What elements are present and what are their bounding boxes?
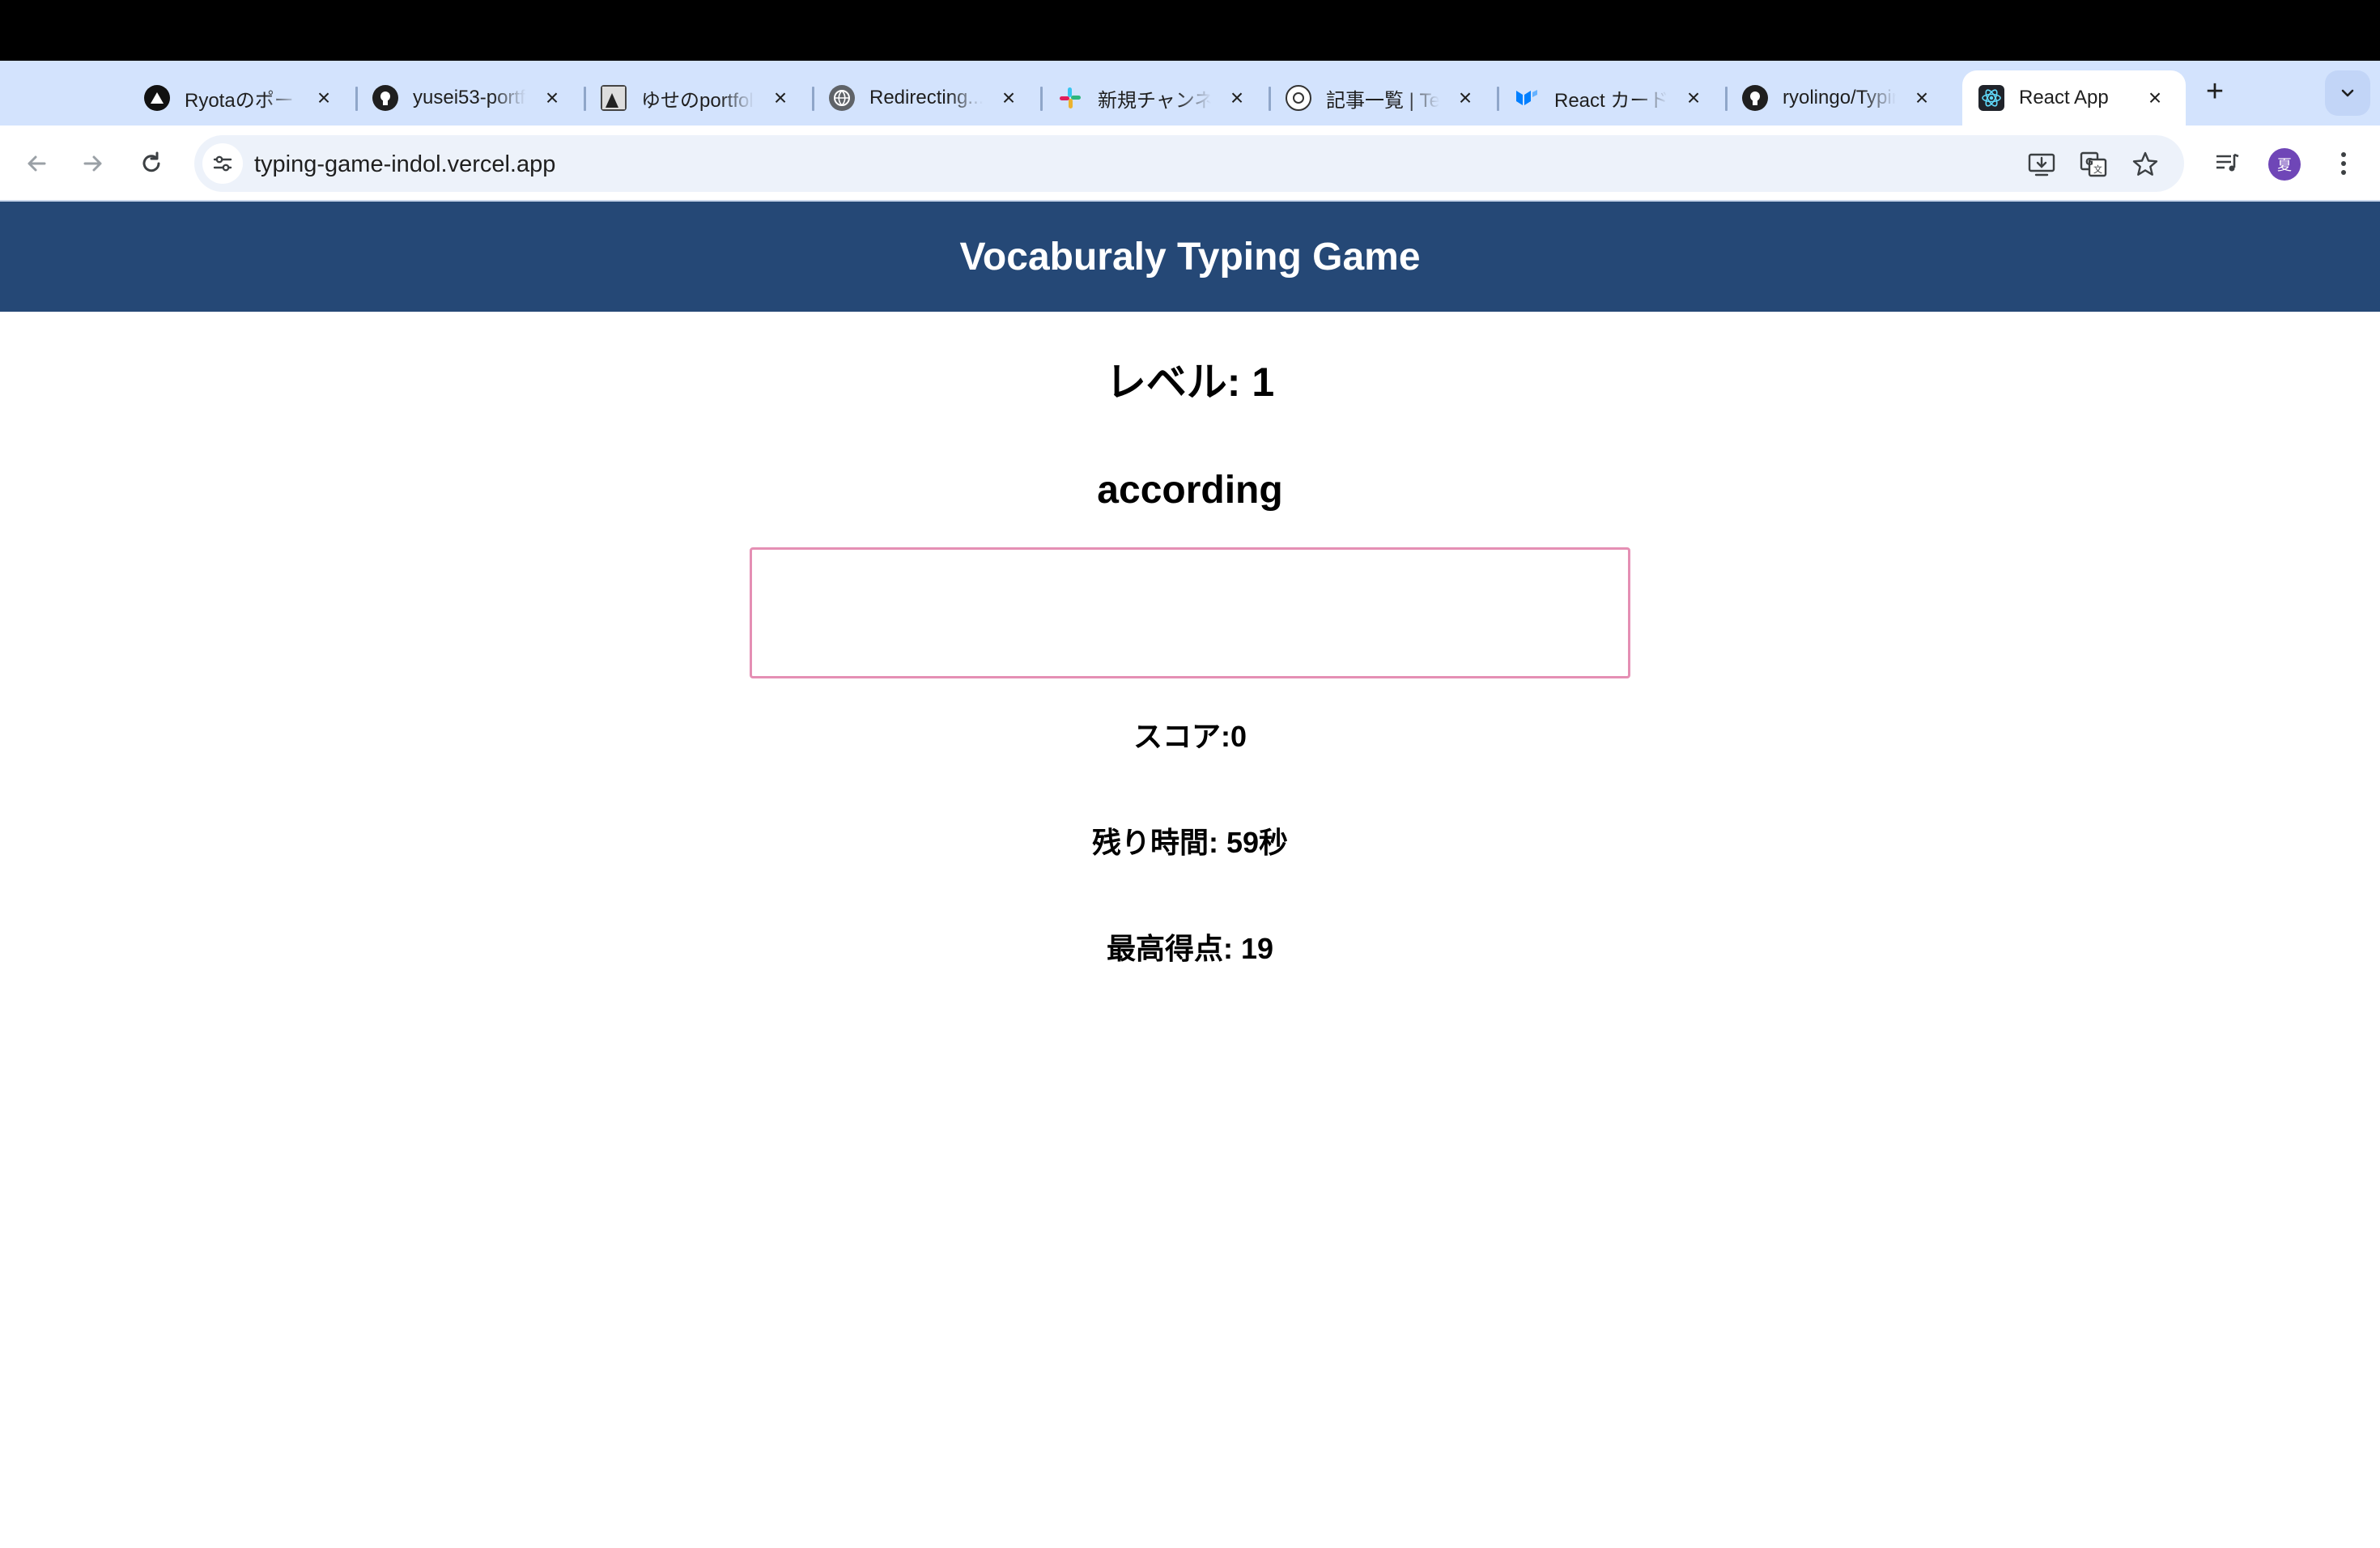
install-icon (2028, 153, 2055, 176)
tab-ryolingo-typing[interactable]: ryolingo/Typing × (1726, 70, 1954, 125)
tab-title: Ryotaのポートフォリオ (185, 89, 298, 112)
tab-title: React カード (1554, 89, 1668, 112)
tab-redirecting[interactable]: Redirecting... × (813, 70, 1043, 125)
browser-toolbar: typing-game-indol.vercel.app G文 夏 (0, 125, 2380, 202)
url-text[interactable]: typing-game-indol.vercel.app (254, 151, 555, 178)
media-controls-button[interactable] (2207, 143, 2247, 184)
translate-icon: G文 (2080, 151, 2107, 177)
browser-menu-button[interactable] (2323, 143, 2364, 184)
back-arrow-icon (28, 155, 46, 172)
site-info-button[interactable] (202, 143, 243, 184)
level-display: レベル: 1 (1105, 359, 1275, 405)
tab-react-app[interactable]: React App × (1962, 70, 2186, 125)
translate-button[interactable]: G文 (2077, 148, 2110, 181)
close-tab-icon[interactable]: × (1224, 85, 1250, 111)
app-header: Vocaburaly Typing Game (0, 202, 2380, 312)
bookmark-button[interactable] (2129, 148, 2161, 181)
profile-avatar[interactable]: 夏 (2268, 148, 2301, 181)
new-tab-button[interactable]: + (2199, 75, 2231, 108)
tab-react-card[interactable]: React カード × (1498, 70, 1728, 125)
close-tab-icon[interactable]: × (539, 85, 565, 111)
svg-text:文: 文 (2093, 164, 2102, 175)
queue-music-icon (2216, 153, 2239, 172)
svg-text:G: G (2085, 156, 2093, 168)
tab-techbowl-articles[interactable]: 記事一覧 | Tech × (1269, 70, 1499, 125)
back-button[interactable] (16, 143, 57, 184)
tab-title: ryolingo/Typing (1783, 87, 1896, 108)
more-vert-icon (2341, 152, 2346, 175)
tab-strip: Ryotaのポートフォリオ × yusei53-portfolio × ゆせのp… (0, 61, 2380, 125)
triangle-logo-icon (144, 85, 170, 111)
tab-yuse-portfolio[interactable]: ゆせのportfolio × (584, 70, 814, 125)
tune-icon (213, 155, 232, 172)
close-tab-icon[interactable]: × (767, 85, 793, 111)
close-tab-icon[interactable]: × (1681, 85, 1706, 111)
target-word: according (1097, 469, 1283, 512)
forward-button[interactable] (73, 143, 113, 184)
tab-slack-channel[interactable]: 新規チャンネル × (1041, 70, 1271, 125)
mui-icon (1514, 85, 1540, 111)
reload-icon (142, 151, 160, 172)
address-bar[interactable]: typing-game-indol.vercel.app G文 (194, 135, 2184, 192)
high-score-display: 最高得点: 19 (1106, 932, 1274, 965)
tab-ryota-portfolio[interactable]: Ryotaのポートフォリオ × (128, 70, 358, 125)
tab-title: React App (2019, 87, 2109, 108)
close-tab-icon[interactable]: × (1909, 85, 1935, 111)
slack-icon (1057, 85, 1083, 111)
github-icon (372, 85, 398, 111)
close-tab-icon[interactable]: × (311, 85, 337, 111)
reload-button[interactable] (131, 143, 172, 184)
time-remaining-display: 残り時間: 59秒 (1091, 826, 1289, 859)
score-display: スコア:0 (1133, 720, 1247, 753)
typing-input[interactable] (750, 547, 1630, 678)
react-icon (1978, 85, 2004, 111)
techbowl-icon (1286, 85, 1311, 111)
tab-yusei53-portfolio[interactable]: yusei53-portfolio × (356, 70, 586, 125)
close-tab-icon[interactable]: × (1452, 85, 1478, 111)
star-icon (2132, 151, 2158, 176)
forward-arrow-icon (83, 155, 102, 172)
tab-title: 新規チャンネル (1098, 89, 1211, 112)
system-top-bar (0, 0, 2380, 61)
chevron-down-icon (2341, 89, 2354, 97)
app-title: Vocaburaly Typing Game (959, 235, 1421, 279)
close-tab-icon[interactable]: × (2142, 85, 2168, 111)
tab-title: 記事一覧 | Tech (1326, 89, 1439, 112)
install-app-button[interactable] (2025, 148, 2058, 181)
globe-icon (829, 85, 855, 111)
portrait-icon (601, 85, 627, 111)
tab-title: yusei53-portfolio (413, 87, 526, 108)
github-icon (1742, 85, 1768, 111)
tab-title: Redirecting... (869, 87, 983, 108)
close-tab-icon[interactable]: × (996, 85, 1022, 111)
tab-search-button[interactable] (2325, 70, 2370, 116)
tab-title: ゆせのportfolio (641, 89, 754, 112)
